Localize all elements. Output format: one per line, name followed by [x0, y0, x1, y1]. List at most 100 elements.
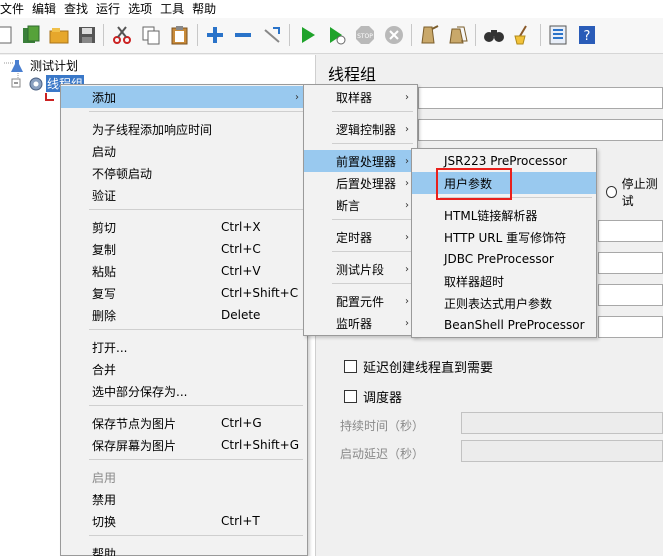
add-submenu-item[interactable]: 逻辑控制器 ›: [304, 118, 417, 140]
context-menu-item-label: 打开...: [92, 340, 128, 355]
context-menu-item[interactable]: 不停顿启动: [61, 162, 307, 184]
context-menu-item-label: 不停顿启动: [92, 166, 153, 181]
toggle-icon[interactable]: [261, 24, 283, 46]
context-menu-item-shortcut: Ctrl+Shift+G: [221, 438, 300, 452]
radio-button[interactable]: [606, 186, 617, 198]
context-menu-item[interactable]: 粘贴 Ctrl+V: [61, 260, 307, 282]
add-submenu-item-label: 逻辑控制器: [336, 122, 397, 137]
context-menu-item-shortcut: Ctrl+Shift+C: [221, 286, 299, 300]
context-menu-item: 启用: [61, 466, 307, 488]
add-submenu-item[interactable]: 前置处理器 ›: [304, 150, 417, 172]
scheduler-checkbox[interactable]: 调度器: [344, 387, 402, 406]
context-menu-item[interactable]: 帮助: [61, 542, 307, 556]
stop-test-label: 停止测试: [621, 177, 658, 208]
comment-field[interactable]: [418, 119, 663, 141]
reset-search-icon[interactable]: [511, 24, 533, 46]
context-menu-item[interactable]: 禁用: [61, 488, 307, 510]
context-menu-item[interactable]: 为子线程添加响应时间: [61, 118, 307, 140]
menu-separator: [89, 111, 303, 112]
chevron-right-icon: ›: [405, 155, 409, 167]
toolbar-separator: [289, 24, 290, 46]
context-menu-item[interactable]: 保存屏幕为图片 Ctrl+Shift+G: [61, 434, 307, 456]
context-menu-item[interactable]: 添加 ›: [61, 86, 307, 108]
menu-separator: [89, 535, 303, 536]
menu-edit[interactable]: 编辑: [28, 0, 60, 18]
loop-count-field[interactable]: [598, 284, 663, 306]
expand-all-icon[interactable]: [204, 24, 226, 46]
chevron-right-icon: ›: [405, 177, 409, 189]
preprocessor-submenu-item[interactable]: BeanShell PreProcessor: [412, 314, 596, 336]
rampup-field[interactable]: [598, 252, 663, 274]
menu-help[interactable]: 帮助: [188, 0, 220, 18]
checkbox-box[interactable]: [344, 390, 357, 403]
save-icon[interactable]: [76, 24, 98, 46]
startup-delay-field[interactable]: [461, 440, 663, 462]
threads-field[interactable]: [598, 220, 663, 242]
context-menu-item[interactable]: 切换 Ctrl+T: [61, 510, 307, 532]
context-menu-item-label: 验证: [92, 188, 117, 203]
menu-separator: [89, 405, 303, 406]
start-no-pause-icon[interactable]: [326, 24, 348, 46]
preprocessor-submenu-item[interactable]: HTML链接解析器: [412, 204, 596, 226]
tree-node-test-plan[interactable]: 测试计划: [10, 57, 78, 74]
templates-icon[interactable]: [20, 24, 42, 46]
menu-options[interactable]: 选项: [124, 0, 156, 18]
open-icon[interactable]: [48, 24, 70, 46]
menu-tools[interactable]: 工具: [156, 0, 188, 18]
context-menu-item[interactable]: 保存节点为图片 Ctrl+G: [61, 412, 307, 434]
preprocessor-submenu-item[interactable]: JDBC PreProcessor: [412, 248, 596, 270]
context-menu-item[interactable]: 验证: [61, 184, 307, 206]
add-submenu-item[interactable]: 监听器 ›: [304, 312, 417, 334]
stop-icon[interactable]: STOP: [354, 24, 376, 46]
context-menu-item-shortcut: Ctrl+V: [221, 264, 261, 278]
add-submenu-item[interactable]: 后置处理器 ›: [304, 172, 417, 194]
function-helper-icon[interactable]: [547, 24, 569, 46]
context-menu-item[interactable]: 删除 Delete: [61, 304, 307, 326]
add-submenu-item[interactable]: 定时器 ›: [304, 226, 417, 248]
duration-field[interactable]: [461, 412, 663, 434]
add-submenu-item[interactable]: 配置元件 ›: [304, 290, 417, 312]
toolbar-separator: [411, 24, 412, 46]
clear-all-icon[interactable]: [447, 24, 469, 46]
context-menu-item[interactable]: 选中部分保存为...: [61, 380, 307, 402]
menu-file[interactable]: 文件: [0, 0, 28, 18]
copy-icon[interactable]: [140, 24, 162, 46]
context-menu-item[interactable]: 剪切 Ctrl+X: [61, 216, 307, 238]
name-field[interactable]: [418, 87, 663, 109]
clear-icon[interactable]: [418, 24, 440, 46]
context-menu: 添加 › 为子线程添加响应时间启动不停顿启动验证剪切 Ctrl+X 复制 Ctrl+C 粘贴…: [60, 84, 308, 556]
collapse-all-icon[interactable]: [232, 24, 254, 46]
binoculars-icon[interactable]: [483, 24, 505, 46]
context-menu-item-label: 为子线程添加响应时间: [92, 122, 213, 137]
stop-test-option[interactable]: 停止测试: [606, 175, 663, 209]
context-menu-item[interactable]: 复写 Ctrl+Shift+C: [61, 282, 307, 304]
toolbar-separator: [197, 24, 198, 46]
svg-text:STOP: STOP: [357, 33, 373, 40]
help-icon[interactable]: ?: [576, 24, 598, 46]
context-menu-item-label: 删除: [92, 308, 117, 323]
add-submenu-item[interactable]: 取样器 ›: [304, 86, 417, 108]
new-icon[interactable]: [0, 24, 16, 46]
shutdown-icon[interactable]: [383, 24, 405, 46]
preprocessor-submenu-item[interactable]: HTTP URL 重写修饰符: [412, 226, 596, 248]
context-menu-item-label: 保存屏幕为图片: [92, 438, 177, 453]
add-submenu-item[interactable]: 断言 ›: [304, 194, 417, 216]
context-menu-item-label: 剪切: [92, 220, 117, 235]
preprocessor-submenu-item[interactable]: 取样器超时: [412, 270, 596, 292]
delay-create-label: 延迟创建线程直到需要: [363, 361, 494, 376]
add-submenu-item[interactable]: 测试片段 ›: [304, 258, 417, 280]
paste-icon[interactable]: [169, 24, 191, 46]
menu-run[interactable]: 运行: [92, 0, 124, 18]
extra-field[interactable]: [598, 316, 663, 338]
delay-create-checkbox[interactable]: 延迟创建线程直到需要: [344, 357, 493, 376]
start-icon[interactable]: [297, 24, 319, 46]
context-menu-item[interactable]: 打开...: [61, 336, 307, 358]
checkbox-box[interactable]: [344, 360, 357, 373]
menu-separator: [332, 143, 413, 144]
preprocessor-submenu-item[interactable]: 正则表达式用户参数: [412, 292, 596, 314]
menu-search[interactable]: 查找: [60, 0, 92, 18]
context-menu-item[interactable]: 合并: [61, 358, 307, 380]
context-menu-item[interactable]: 复制 Ctrl+C: [61, 238, 307, 260]
context-menu-item[interactable]: 启动: [61, 140, 307, 162]
cut-icon[interactable]: [111, 24, 133, 46]
